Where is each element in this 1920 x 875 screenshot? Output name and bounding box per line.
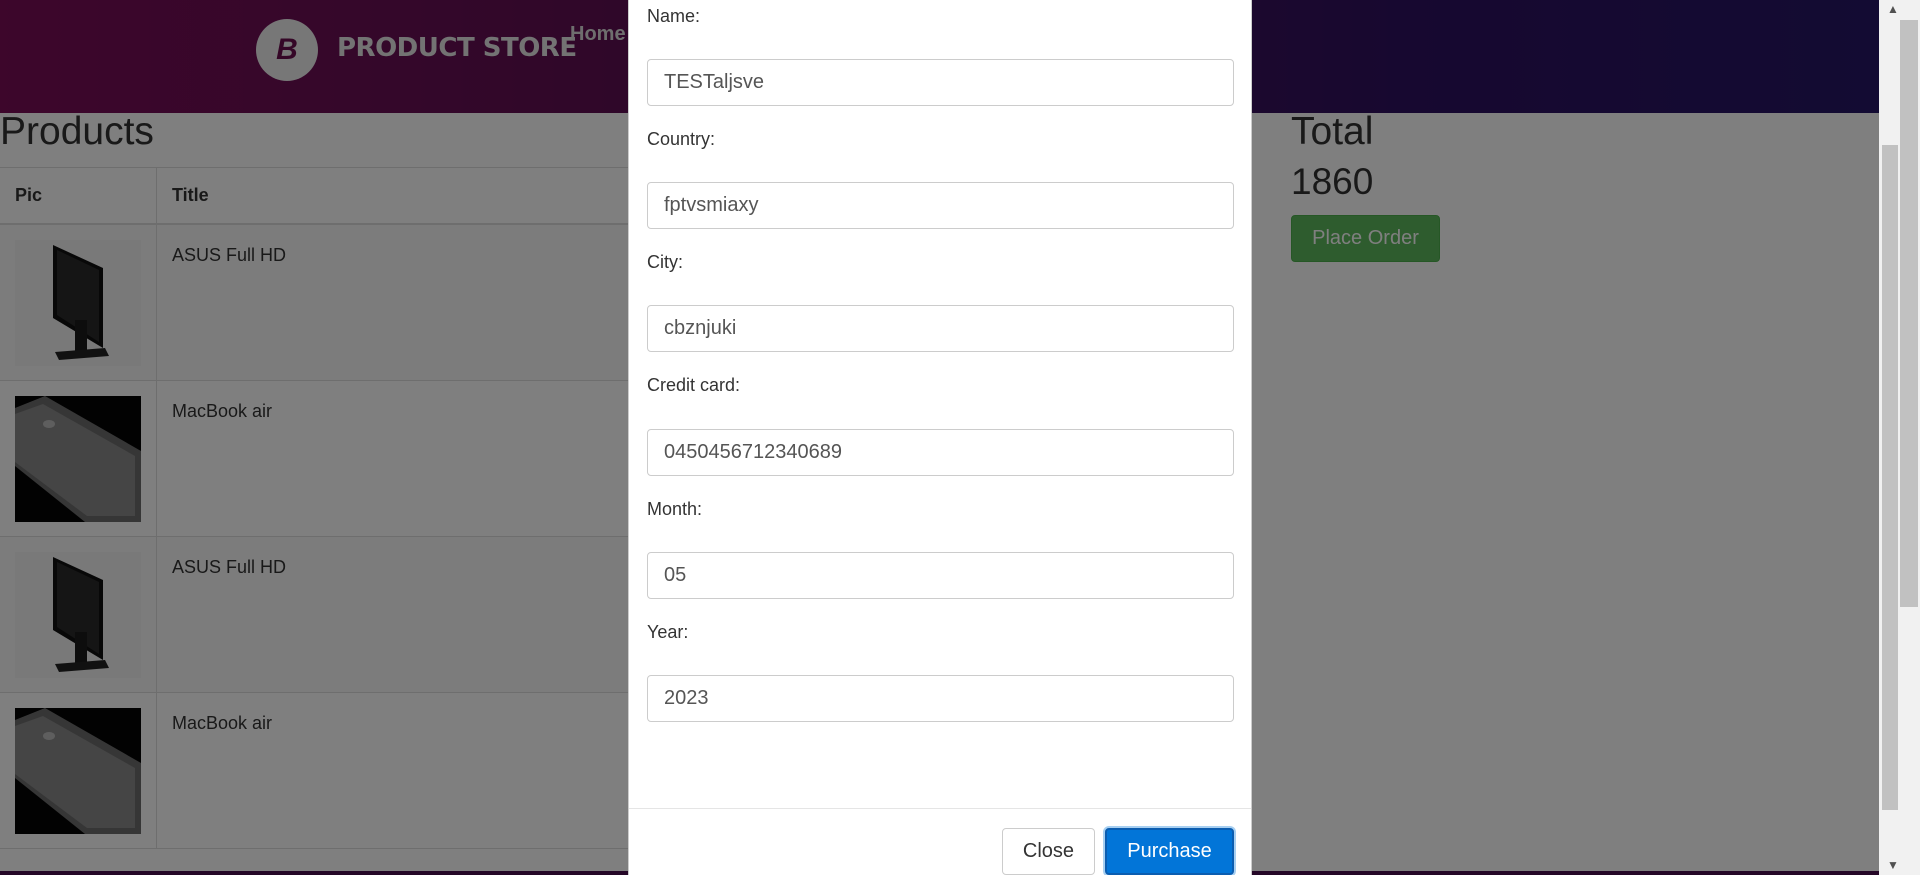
- year-label: Year:: [647, 622, 689, 642]
- country-label: Country:: [647, 129, 716, 149]
- modal-scrollbar-thumb[interactable]: [1900, 20, 1918, 607]
- scroll-down-arrow-icon[interactable]: ▼: [1887, 858, 1899, 872]
- month-label: Month:: [647, 499, 703, 519]
- scrollbar-thumb[interactable]: [1882, 145, 1898, 810]
- month-input[interactable]: [647, 552, 1234, 599]
- credit-card-input[interactable]: [647, 429, 1234, 476]
- city-label: City:: [647, 252, 683, 272]
- country-input[interactable]: [647, 182, 1234, 229]
- purchase-button[interactable]: Purchase: [1105, 828, 1234, 875]
- close-button[interactable]: Close: [1002, 828, 1095, 875]
- modal-footer-divider: [629, 808, 1251, 809]
- year-input[interactable]: [647, 675, 1234, 722]
- credit-card-label: Credit card:: [647, 375, 741, 395]
- scroll-up-arrow-icon[interactable]: ▲: [1887, 2, 1899, 16]
- name-input[interactable]: [647, 59, 1234, 106]
- city-input[interactable]: [647, 305, 1234, 352]
- name-label: Name:: [647, 6, 701, 26]
- place-order-modal: Name: Country: City: Credit card: Month:…: [628, 0, 1252, 875]
